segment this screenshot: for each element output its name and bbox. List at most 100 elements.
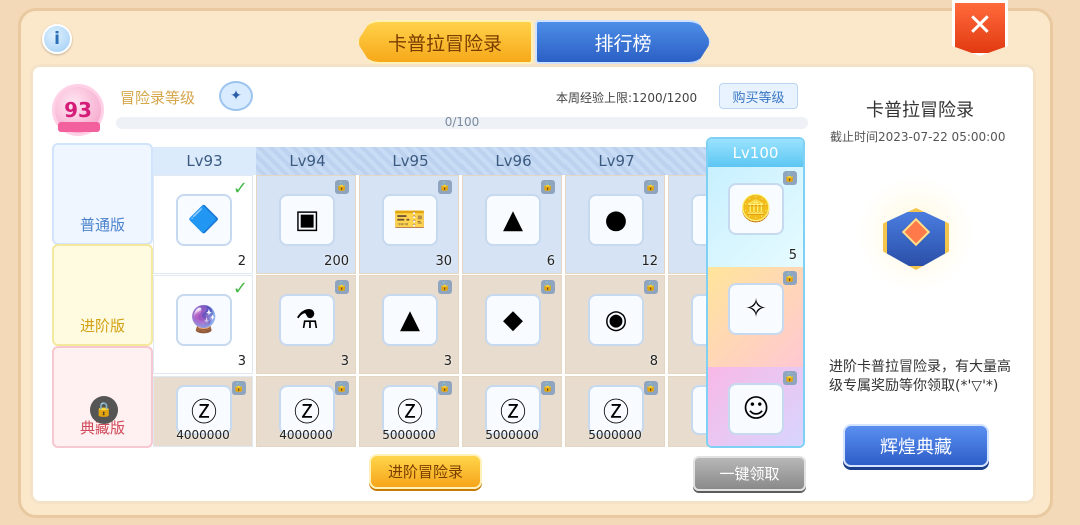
reward-quantity: 12 — [641, 254, 658, 269]
level-header: Lv97 — [565, 147, 668, 175]
lock-icon: 🔒 — [541, 180, 555, 194]
reward-quantity: 50 — [669, 428, 708, 442]
final-reward-normal[interactable]: 🪙 🔒 5 — [708, 167, 803, 267]
level-number: 93 — [64, 98, 92, 122]
reward-cell[interactable]: Ⓩ 🔒 5000000 — [565, 376, 665, 447]
lock-icon: 🔒 — [541, 381, 555, 395]
reward-cell[interactable]: ▣ 🔒 200 — [256, 175, 356, 274]
cat-coin-icon: ● — [588, 194, 644, 246]
reward-cell[interactable]: 🔷 ✓ 2 — [153, 175, 253, 274]
check-icon: ✓ — [232, 278, 248, 299]
lock-icon: 🔒 — [335, 280, 349, 294]
check-icon: ✓ — [232, 178, 248, 199]
level-header: Lv94 — [256, 147, 359, 175]
lock-icon: 🔒 — [438, 180, 452, 194]
reward-cell[interactable]: 🎫 🔒 30 — [359, 175, 459, 274]
reward-cell[interactable]: ● 🔒 12 — [565, 175, 665, 274]
purple-mystery-stone-icon: 🔮 — [176, 294, 232, 346]
track-normal: 普通版 — [52, 143, 153, 245]
reward-cell[interactable]: Ⓩ50 — [668, 376, 708, 447]
deadline-text: 截止时间2023-07-22 05:00:00 — [830, 130, 1006, 144]
tab-leaderboard[interactable]: 排行榜 — [535, 20, 711, 64]
ribbon-decoration — [58, 122, 100, 132]
lock-icon: 🔒 — [644, 280, 658, 294]
reward-quantity: 3 — [340, 354, 349, 369]
reward-cell[interactable]: ◆ 🔒 — [462, 275, 562, 374]
reward-quantity: 2 — [237, 254, 246, 269]
level-column: Lv96 ▲ 🔒 6 ◆ 🔒 Ⓩ 🔒 5000000 — [462, 147, 565, 447]
reward-quantity: 5000000 — [588, 428, 642, 442]
lock-icon: 🔒 — [644, 180, 658, 194]
reward-cell[interactable]: ◉ 🔒 8 — [565, 275, 665, 374]
exp-progress-text: 0/100 — [444, 115, 480, 129]
lock-icon: 🔒 — [783, 271, 797, 285]
reward-quantity: 4000000 — [176, 428, 230, 442]
reward-cell[interactable]: ▲ 🔒 6 — [462, 175, 562, 274]
reward-quantity: 5000000 — [485, 428, 539, 442]
lock-icon: 🔒 — [438, 381, 452, 395]
gold-coin-icon: 🪙 — [728, 183, 784, 235]
claim-all-button[interactable]: 一键领取 — [693, 456, 806, 491]
potion-bottle-icon: ⚗ — [279, 294, 335, 346]
final-reward-advanced[interactable]: ✧ 🔒 — [708, 267, 803, 367]
reward-cell[interactable]: Ⓩ 🔒 4000000 — [256, 376, 356, 447]
level-header: Lv96 — [462, 147, 565, 175]
lock-icon: 🔒 — [438, 280, 452, 294]
level-title: 冒险录等级 — [120, 89, 196, 107]
dust-pile-icon: ▲ — [382, 294, 438, 346]
lock-icon: 🔒 — [232, 381, 246, 395]
reward-grid[interactable]: Lv93 🔷 ✓ 2 🔮 ✓ 3 Ⓩ 🔒 4000000 Lv94 ▣ 🔒 200 ⚗ 🔒 3 Ⓩ 🔒 4000000… — [153, 147, 708, 447]
reward-cell[interactable]: ⚗ 🔒 3 — [256, 275, 356, 374]
card-album-icon: ▣ — [279, 194, 335, 246]
track-advanced-label: 进阶版 — [79, 317, 125, 335]
lock-icon: 🔒 — [783, 371, 797, 385]
level-column: Lv93 🔷 ✓ 2 🔮 ✓ 3 Ⓩ 🔒 4000000 — [153, 147, 256, 447]
side-title: 卡普拉冒险录 — [866, 100, 974, 121]
reward-cell[interactable]: ◇ — [668, 275, 708, 374]
tab-adventure[interactable]: 卡普拉冒险录 — [357, 20, 533, 64]
reward-quantity: 4000000 — [279, 428, 333, 442]
reward-quantity: 200 — [324, 254, 349, 269]
level-header: Lv95 — [359, 147, 462, 175]
reward-quantity: 5000000 — [382, 428, 436, 442]
lock-icon: 🔒 — [335, 381, 349, 395]
gold-cat-coin-icon: ◉ — [588, 294, 644, 346]
level-column: Lv94 ▣ 🔒 200 ⚗ 🔒 3 Ⓩ 🔒 4000000 — [256, 147, 359, 447]
close-icon[interactable]: ✕ — [952, 0, 1008, 56]
reward-quantity: 3 — [237, 354, 246, 369]
lock-icon: 🔒 — [335, 180, 349, 194]
glory-collection-button[interactable]: 辉煌典藏 — [843, 424, 989, 467]
lock-icon: 🔒 — [644, 381, 658, 395]
reward-cell[interactable]: 🔮 ✓ 3 — [153, 275, 253, 374]
reward-cell[interactable]: Ⓩ 🔒 5000000 — [359, 376, 459, 447]
level-column: Lv97 ● 🔒 12 ◉ 🔒 8 Ⓩ 🔒 5000000 — [565, 147, 668, 447]
track-normal-label: 普通版 — [79, 216, 125, 234]
weekly-exp-cap: 本周经验上限:1200/1200 — [556, 91, 698, 105]
reward-cell[interactable]: Ⓩ 🔒 4000000 — [153, 376, 253, 447]
track-collector: 🔒 典藏版 — [52, 346, 153, 448]
lock-icon: 🔒 — [90, 396, 118, 424]
level-header: Lv93 — [153, 147, 256, 175]
level-column: Lv95 🎫 🔒 30 ▲ 🔒 3 Ⓩ 🔒 5000000 — [359, 147, 462, 447]
dark-crystal-icon: ◆ — [485, 294, 541, 346]
ticket-icon: 🎫 — [382, 194, 438, 246]
lock-icon: 🔒 — [783, 171, 797, 185]
reward-quantity: 8 — [649, 354, 658, 369]
level-header: L — [668, 147, 708, 175]
character-card-icon: ☺ — [728, 383, 784, 435]
wing-icon[interactable]: ✦ — [219, 81, 253, 111]
reward-cell[interactable]: ▲ 🔒 3 — [359, 275, 459, 374]
blue-mystery-stone-icon: 🔷 — [176, 194, 232, 246]
reward-quantity: 6 — [546, 254, 555, 269]
final-reward-collector[interactable]: ☺ 🔒 — [708, 367, 803, 446]
buy-level-button[interactable]: 购买等级 — [719, 83, 798, 109]
reward-cell[interactable]: Ⓩ 🔒 5000000 — [462, 376, 562, 447]
info-icon[interactable]: i — [42, 24, 72, 54]
lock-icon: 🔒 — [541, 280, 555, 294]
final-reward-column: Lv100 🪙 🔒 5 ✧ 🔒 ☺ 🔒 — [706, 137, 805, 448]
reward-cell[interactable]: ◇ — [668, 175, 708, 274]
reward-quantity: 5 — [788, 248, 797, 263]
track-advanced: 进阶版 — [52, 244, 153, 346]
dust-pile-icon: ▲ — [485, 194, 541, 246]
advance-adventure-button[interactable]: 进阶冒险录 — [369, 454, 482, 489]
